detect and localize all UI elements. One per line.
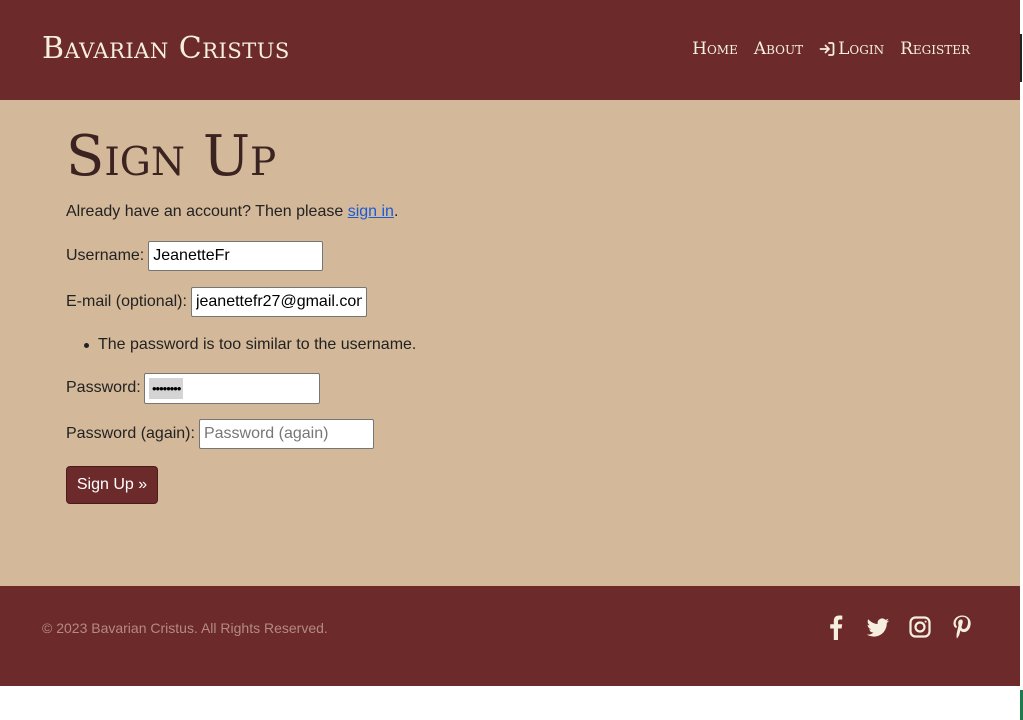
password-masked-value: •••••••• bbox=[149, 378, 184, 399]
password-error-item: The password is too similar to the usern… bbox=[84, 336, 416, 354]
password-input[interactable]: •••••••• bbox=[144, 373, 320, 404]
copyright-text: © 2023 Bavarian Cristus. All Rights Rese… bbox=[42, 620, 328, 636]
email-row: E-mail (optional): bbox=[66, 287, 367, 317]
brand-logo[interactable]: Bavarian Cristus bbox=[42, 30, 290, 68]
username-input[interactable] bbox=[148, 241, 324, 271]
password2-input[interactable] bbox=[198, 419, 374, 449]
nav-login-label: Login bbox=[838, 39, 885, 59]
password-error-text: The password is too similar to the usern… bbox=[98, 336, 417, 353]
signin-prompt-text: Already have an account? Then please bbox=[66, 203, 344, 220]
username-row: Username: bbox=[66, 241, 324, 271]
nav-home-label: Home bbox=[692, 39, 738, 59]
nav-about[interactable]: About bbox=[754, 38, 803, 60]
nav-register-label: Register bbox=[900, 39, 970, 59]
signup-section: Sign Up Already have an account? Then pl… bbox=[0, 100, 1020, 586]
nav-register[interactable]: Register bbox=[900, 38, 970, 60]
signin-prompt-end: . bbox=[393, 203, 399, 220]
signin-prompt: Already have an account? Then please sig… bbox=[66, 203, 398, 221]
bullet bbox=[84, 342, 89, 348]
username-label: Username: bbox=[66, 247, 145, 264]
site-footer: © 2023 Bavarian Cristus. All Rights Rese… bbox=[0, 586, 1020, 686]
signup-button[interactable]: Sign Up » bbox=[66, 466, 158, 504]
site-header: Bavarian Cristus Home About Login Regist… bbox=[0, 0, 1020, 100]
signin-link[interactable]: sign in bbox=[348, 203, 394, 221]
facebook-icon[interactable] bbox=[824, 614, 848, 640]
instagram-icon[interactable] bbox=[908, 614, 932, 640]
email-input[interactable] bbox=[190, 287, 367, 317]
social-links bbox=[824, 614, 974, 640]
page-title: Sign Up bbox=[66, 124, 277, 189]
scroll-indicator bbox=[1020, 34, 1022, 82]
main-nav: Home About Login Register bbox=[692, 38, 970, 60]
nav-home[interactable]: Home bbox=[692, 38, 738, 60]
twitter-icon[interactable] bbox=[866, 614, 890, 640]
password-row: Password: bbox=[66, 379, 145, 397]
nav-about-label: About bbox=[753, 39, 804, 59]
pinterest-icon[interactable] bbox=[950, 614, 974, 640]
password-label: Password: bbox=[66, 379, 141, 396]
email-label: E-mail (optional): bbox=[66, 293, 187, 310]
password2-label: Password (again): bbox=[66, 425, 195, 442]
nav-login[interactable]: Login bbox=[819, 38, 884, 60]
password2-row: Password (again): bbox=[66, 419, 374, 449]
login-icon bbox=[819, 42, 835, 56]
